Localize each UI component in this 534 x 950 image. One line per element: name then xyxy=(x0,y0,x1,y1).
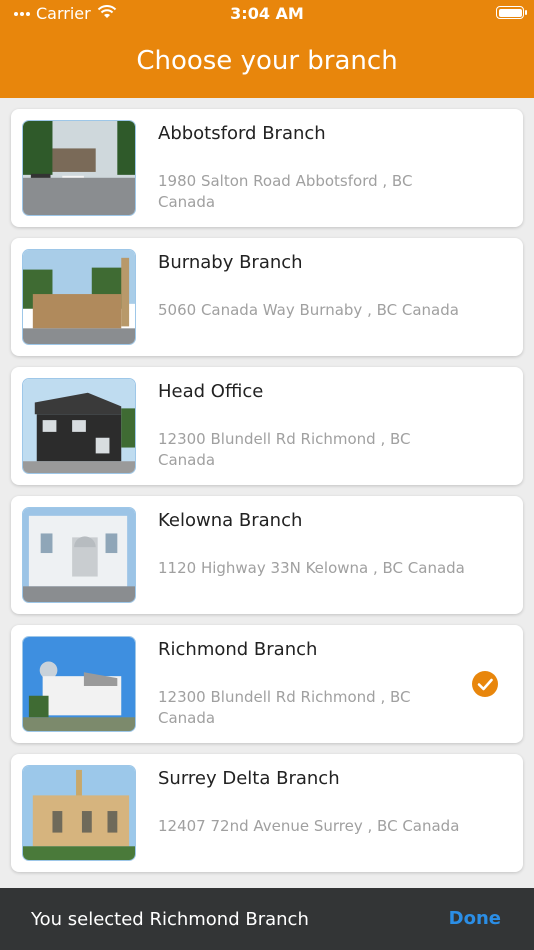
branch-photo xyxy=(22,765,136,861)
branch-photo xyxy=(22,378,136,474)
branch-address: 5060 Canada Way Burnaby , BC Canada xyxy=(158,301,459,319)
branch-address: 12407 72nd Avenue Surrey , BC Canada xyxy=(158,817,460,835)
branch-address: 1980 Salton Road Abbotsford , BC Canada xyxy=(158,172,413,211)
done-button[interactable]: Done xyxy=(449,908,501,929)
branch-name: Kelowna Branch xyxy=(158,510,303,531)
branch-card-burnaby[interactable]: Burnaby Branch 5060 Canada Way Burnaby ,… xyxy=(11,238,523,356)
branch-name: Head Office xyxy=(158,381,264,402)
branch-photo xyxy=(22,120,136,216)
branch-card-richmond[interactable]: Richmond Branch 12300 Blundell Rd Richmo… xyxy=(11,625,523,743)
selection-footer: You selected Richmond Branch Done xyxy=(0,888,534,950)
branch-address: 12300 Blundell Rd Richmond , BC Canada xyxy=(158,688,411,727)
branch-card-abbotsford[interactable]: Abbotsford Branch 1980 Salton Road Abbot… xyxy=(11,109,523,227)
branch-name: Burnaby Branch xyxy=(158,252,303,273)
branch-photo xyxy=(22,249,136,345)
branch-address: 12300 Blundell Rd Richmond , BC Canada xyxy=(158,430,411,469)
branch-name: Abbotsford Branch xyxy=(158,123,326,144)
status-bar: Carrier 3:04 AM xyxy=(0,0,534,26)
branch-card-head-office[interactable]: Head Office 12300 Blundell Rd Richmond ,… xyxy=(11,367,523,485)
header-bar: Carrier 3:04 AM Choose your branch xyxy=(0,0,534,98)
branch-photo xyxy=(22,636,136,732)
branch-card-surrey-delta[interactable]: Surrey Delta Branch 12407 72nd Avenue Su… xyxy=(11,754,523,872)
page-title: Choose your branch xyxy=(136,46,398,76)
selection-text: You selected Richmond Branch xyxy=(31,909,309,930)
branch-name: Surrey Delta Branch xyxy=(158,768,340,789)
branch-photo xyxy=(22,507,136,603)
branch-name: Richmond Branch xyxy=(158,639,318,660)
branch-card-kelowna[interactable]: Kelowna Branch 1120 Highway 33N Kelowna … xyxy=(11,496,523,614)
battery-icon xyxy=(496,6,527,19)
checkmark-icon xyxy=(472,671,498,697)
branch-address: 1120 Highway 33N Kelowna , BC Canada xyxy=(158,559,465,577)
status-time: 3:04 AM xyxy=(230,4,304,23)
